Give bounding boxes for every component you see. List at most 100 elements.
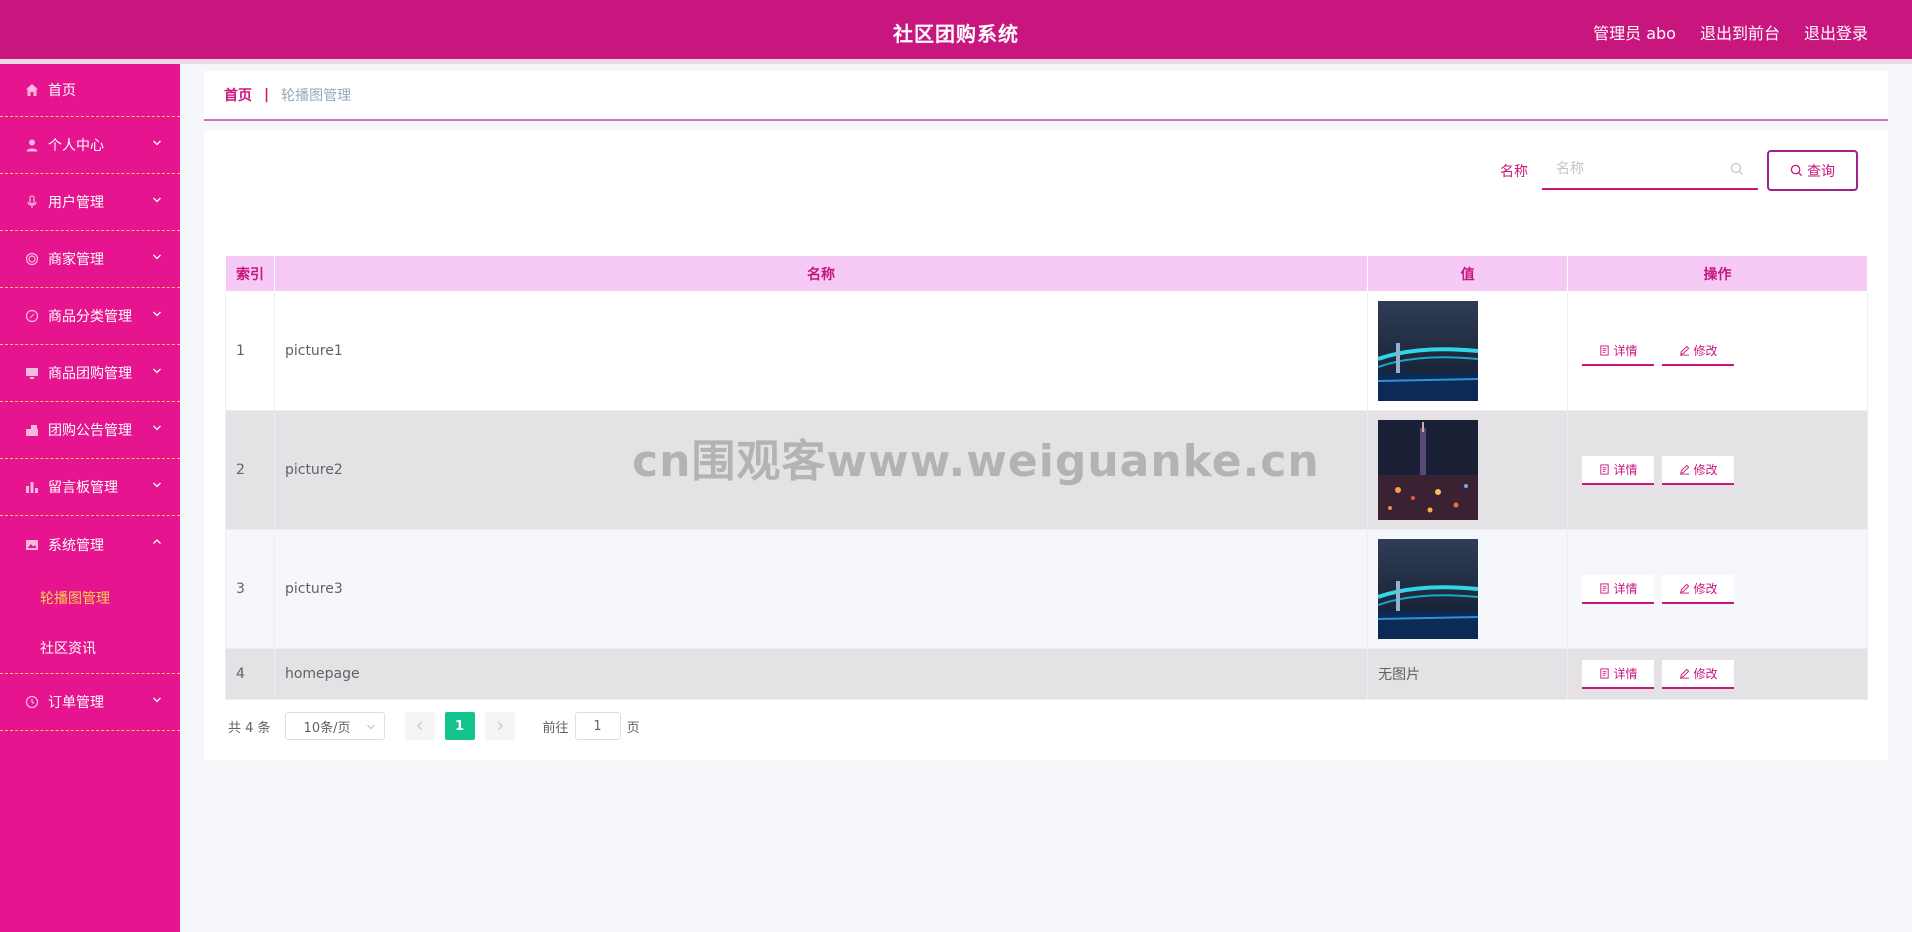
sidebar-item-label: 用户管理 [48, 195, 104, 211]
cell-actions: 详情 修改 [1567, 648, 1868, 700]
edit-button[interactable]: 修改 [1662, 574, 1735, 604]
chevron-right-icon [497, 722, 503, 730]
breadcrumb-separator: | [264, 87, 270, 103]
data-table: 索引 名称 值 操作 1 picture1 详情 修改 2 picture2 详… [225, 255, 1868, 700]
bridge-night-thumbnail[interactable] [1378, 301, 1479, 401]
table-row: 3 picture3 详情 修改 [225, 529, 1868, 649]
table-row: 2 picture2 详情 修改 [225, 410, 1868, 530]
chevron-down-icon [153, 311, 161, 317]
detail-label: 详情 [1613, 462, 1638, 477]
city-night-thumbnail[interactable] [1378, 420, 1479, 520]
sidebar-item-orders[interactable]: 订单管理 [0, 674, 180, 731]
breadcrumb: 首页 | 轮播图管理 [204, 71, 1888, 121]
page-number-current[interactable]: 1 [444, 712, 475, 740]
table-row: 1 picture1 详情 修改 [225, 291, 1868, 411]
document-icon [1599, 582, 1609, 594]
edit-button[interactable]: 修改 [1662, 659, 1735, 689]
page-size-value: 10条/页 [303, 720, 351, 736]
query-button-label: 查询 [1807, 162, 1835, 179]
detail-button[interactable]: 详情 [1582, 659, 1655, 689]
cell-value: 无图片 [1367, 648, 1569, 700]
cell-index: 3 [225, 529, 275, 649]
picture-icon [24, 537, 40, 553]
edit-button[interactable]: 修改 [1662, 455, 1735, 485]
user-icon [24, 137, 40, 153]
edit-icon [1679, 345, 1689, 356]
logout-link[interactable]: 退出登录 [1804, 20, 1868, 44]
cell-actions: 详情 修改 [1567, 291, 1868, 411]
sidebar-item-system[interactable]: 系统管理 [0, 516, 180, 573]
sidebar-item-notices[interactable]: 团购公告管理 [0, 402, 180, 459]
detail-button[interactable]: 详情 [1582, 574, 1655, 604]
breadcrumb-home[interactable]: 首页 [224, 85, 252, 105]
cell-actions: 详情 修改 [1567, 529, 1868, 649]
sidebar-item-home[interactable]: 首页 [0, 64, 180, 117]
chevron-down-icon [153, 697, 161, 703]
sidebar-subitem-carousel[interactable]: 轮播图管理 [0, 573, 180, 623]
sidebar-item-categories[interactable]: 商品分类管理 [0, 288, 180, 345]
edit-icon [1679, 668, 1689, 679]
chevron-down-icon [153, 368, 161, 374]
cell-name: picture1 [273, 291, 1369, 411]
monitor-icon [24, 365, 40, 381]
cell-index: 4 [225, 648, 275, 700]
document-icon [1599, 463, 1609, 475]
cell-actions: 详情 修改 [1567, 410, 1868, 530]
header-actions: 操作 [1567, 255, 1868, 292]
cell-name: homepage [273, 648, 1369, 700]
cell-name: picture3 [273, 529, 1369, 649]
bar-chart-icon [24, 479, 40, 495]
query-button[interactable]: 查询 [1767, 150, 1858, 191]
header-index: 索引 [225, 255, 275, 292]
header-value: 值 [1367, 255, 1569, 292]
sidebar-item-group-buy[interactable]: 商品团购管理 [0, 345, 180, 402]
table-row: 4 homepage 无图片 详情 修改 [225, 648, 1868, 700]
edit-button[interactable]: 修改 [1662, 336, 1735, 366]
chevron-down-icon [153, 197, 161, 203]
top-header: 社区团购系统 管理员 abo 退出到前台 退出登录 [0, 0, 1912, 59]
document-icon [1599, 344, 1609, 356]
chevron-down-icon [153, 140, 161, 146]
goto-page-input[interactable] [574, 712, 621, 740]
pagination: 共 4 条 10条/页 1 前往 页 [228, 712, 640, 740]
next-page-button[interactable] [484, 712, 515, 740]
sidebar-item-messages[interactable]: 留言板管理 [0, 459, 180, 516]
goto-label: 前往 [542, 720, 569, 736]
detail-label: 详情 [1613, 581, 1638, 596]
detail-button[interactable]: 详情 [1582, 455, 1655, 485]
detail-button[interactable]: 详情 [1582, 336, 1655, 366]
edit-label: 修改 [1693, 343, 1718, 358]
home-icon [24, 82, 40, 98]
mic-icon [24, 194, 40, 210]
cell-value [1367, 291, 1569, 411]
back-to-front-link[interactable]: 退出到前台 [1700, 20, 1780, 44]
page-size-select[interactable]: 10条/页 [284, 712, 385, 740]
header-name: 名称 [273, 255, 1369, 292]
sidebar-item-label: 首页 [48, 83, 76, 99]
document-icon [1599, 667, 1609, 679]
admin-name: 管理员 abo [1593, 24, 1676, 43]
compass-icon [24, 308, 40, 324]
edit-icon [1679, 464, 1689, 475]
sidebar: 首页 个人中心 用户管理 商家管理 商品分类管理 商品团购管理 团购公告管理 留… [0, 64, 180, 932]
sidebar-item-label: 个人中心 [48, 138, 104, 154]
sidebar-item-label: 系统管理 [48, 537, 104, 554]
sidebar-item-merchants[interactable]: 商家管理 [0, 231, 180, 288]
edit-label: 修改 [1693, 581, 1718, 596]
page-suffix: 页 [626, 720, 640, 736]
bridge-night-thumbnail[interactable] [1378, 539, 1479, 639]
detail-label: 详情 [1613, 343, 1638, 358]
sidebar-item-profile[interactable]: 个人中心 [0, 117, 180, 174]
store-icon [24, 251, 40, 267]
breadcrumb-current: 轮播图管理 [281, 88, 352, 104]
detail-label: 详情 [1613, 666, 1638, 681]
header-divider [0, 59, 1912, 64]
search-input[interactable] [1542, 150, 1758, 190]
sidebar-item-label: 团购公告管理 [48, 423, 132, 439]
content-card: 名称 查询 索引 名称 值 操作 1 picture1 [204, 130, 1888, 760]
sidebar-subitem-news[interactable]: 社区资讯 [0, 623, 180, 673]
sidebar-item-users[interactable]: 用户管理 [0, 174, 180, 231]
prev-page-button[interactable] [404, 712, 435, 740]
search-icon [1790, 164, 1803, 177]
sidebar-item-label: 订单管理 [48, 695, 104, 711]
